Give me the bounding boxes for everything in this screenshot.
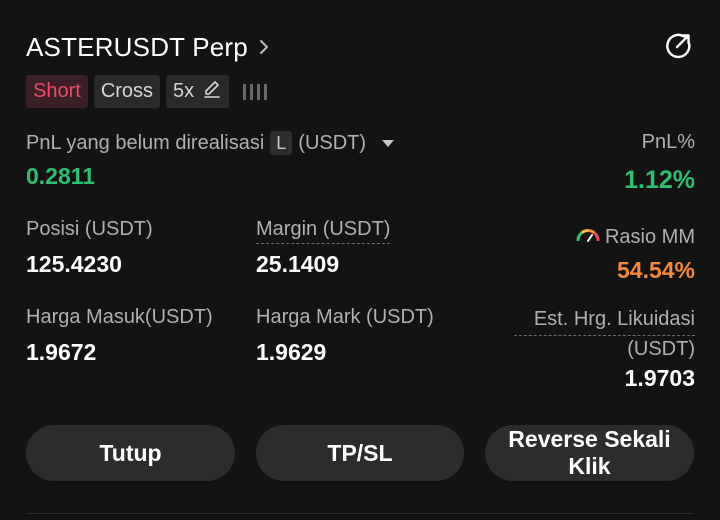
reverse-position-button[interactable]: Reverse Sekali Klik [485,425,694,481]
margin-mode-badge: Cross [93,75,161,108]
unrealized-pnl-value: 0.2811 [26,163,96,189]
divider [26,513,694,514]
tpsl-button[interactable]: TP/SL [256,425,464,481]
position-tags: Short Cross 5x [26,75,268,108]
pnl-unit: (USDT) [298,131,367,154]
unrealized-pnl-label[interactable]: PnL yang belum direalisasi L (USDT) [26,131,395,155]
mm-ratio-label[interactable]: Rasio MM [575,224,695,250]
pnl-basis-badge: L [270,131,293,155]
adl-indicator [243,75,268,108]
pnl-percent-label: PnL% [641,131,695,153]
gauge-icon [575,224,601,250]
liq-label-line1: Est. Hrg. Likuidasi [514,306,695,336]
mm-ratio-text: Rasio MM [604,225,695,248]
mark-price-value: 1.9629 [256,339,327,365]
share-external-icon[interactable] [664,32,692,60]
chevron-right-icon [256,39,272,55]
mm-ratio-value: 54.54% [616,257,695,283]
pnl-label-text: PnL yang belum direalisasi [26,131,265,154]
entry-price-label: Harga Masuk(USDT) [26,306,213,328]
position-card: ASTERUSDT Perp Short Cross 5x PnL yang b… [0,0,720,520]
leverage-value: 5x [173,80,195,102]
symbol-title: ASTERUSDT Perp [26,31,248,62]
liquidation-price-value: 1.9703 [624,365,695,391]
entry-price-value: 1.9672 [26,339,97,365]
caret-down-icon[interactable] [382,139,395,147]
side-badge: Short [26,75,88,108]
position-size-value: 125.4230 [26,251,122,277]
margin-label[interactable]: Margin (USDT) [256,218,391,244]
pencil-icon [202,79,222,105]
liquidation-price-label[interactable]: Est. Hrg. Likuidasi (USDT) [514,306,695,362]
close-position-button[interactable]: Tutup [26,425,235,481]
leverage-button[interactable]: 5x [166,75,230,108]
pnl-percent-value: 1.12% [624,166,695,194]
liq-label-line2: (USDT) [627,338,695,360]
margin-value: 25.1409 [256,251,340,277]
position-size-label: Posisi (USDT) [26,218,153,240]
symbol-header[interactable]: ASTERUSDT Perp [26,30,272,64]
mark-price-label: Harga Mark (USDT) [256,306,434,328]
